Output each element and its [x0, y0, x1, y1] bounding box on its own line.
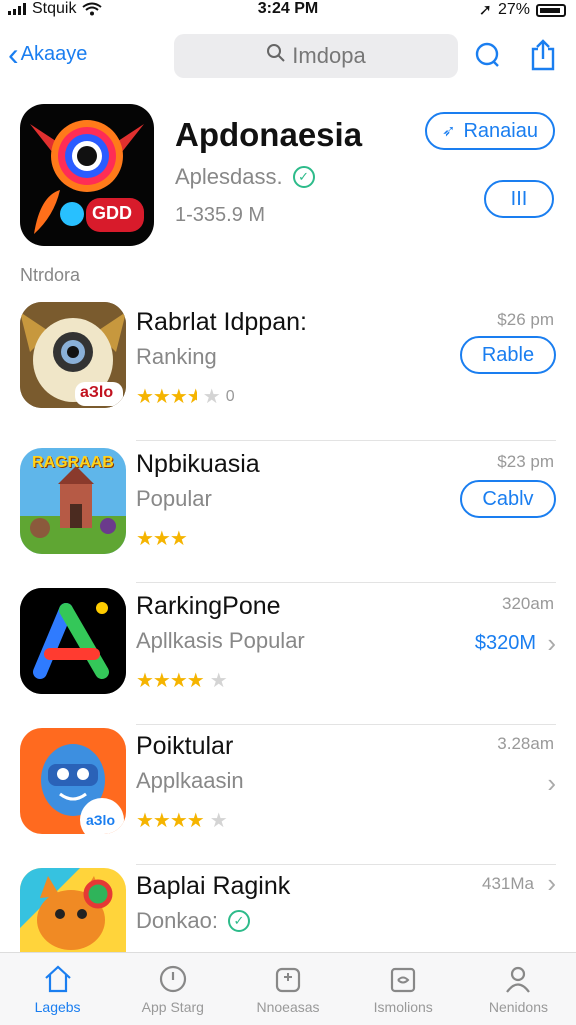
tab-today[interactable]: Lagebs [0, 953, 115, 1025]
featured-app-icon: GDD [20, 104, 154, 246]
app-title: Poiktular [136, 732, 234, 760]
featured-subtitle-row: Aplesdass. ✓ [175, 164, 315, 190]
app-subtitle-row: Donkao: ✓ [136, 908, 250, 934]
app-meta: 320am [502, 594, 554, 613]
tab-bar: Lagebs App Starg Nnoeasas Ismolions Neni… [0, 952, 576, 1025]
rating-count: 0 [225, 387, 235, 405]
chevron-right-icon[interactable]: › [547, 868, 556, 899]
featured-secondary-button[interactable]: III [484, 180, 554, 218]
chevron-left-icon: ‹ [8, 36, 19, 72]
apps-icon [391, 967, 416, 993]
tab-apps[interactable]: Ismolions [346, 953, 461, 1025]
app-meta: 431Ma [482, 874, 534, 893]
tab-games[interactable]: Nnoeasas [230, 953, 345, 1025]
app-title: Npbikuasia [136, 450, 260, 478]
tab-label: Nenidons [488, 999, 548, 1015]
send-icon: ➶ [442, 123, 456, 140]
section-label: Ntrdora [20, 265, 81, 285]
app-subtitle: Donkao: [136, 908, 218, 933]
divider [136, 440, 556, 441]
get-button-label: Cablv [482, 487, 534, 510]
featured-app[interactable]: GDD Apdonaesia Aplesdass. ✓ 1-335.9 M ➶ … [20, 104, 560, 254]
featured-icon-badge: GDD [92, 203, 132, 223]
app-subtitle: Popular [136, 486, 212, 511]
star-rating: ★★★★ ★ 0 [136, 386, 235, 408]
featured-secondary-label: III [510, 187, 528, 210]
app-meta: $26 pm [497, 310, 554, 329]
chat-icon[interactable] [472, 38, 502, 72]
castle-game-app-icon: RAGRAAB [20, 448, 126, 554]
cartoon-hero-app-icon: aЗlo [20, 728, 126, 834]
featured-primary-button[interactable]: ➶ Ranaiau [425, 112, 555, 150]
chevron-right-icon[interactable]: › [547, 628, 556, 659]
battery-percent: 27% [497, 1, 530, 18]
search-placeholder: Imdopa [292, 43, 366, 68]
share-icon[interactable] [528, 38, 558, 72]
get-button[interactable]: Rable [460, 336, 556, 374]
app-subtitle: Apllkasis Popular [136, 628, 305, 653]
star-rating: ★★★★ ★ [136, 810, 228, 832]
back-button[interactable]: ‹ Akaaye [8, 38, 87, 70]
app-title: Baplai Ragink [136, 872, 291, 900]
gamepad-icon [275, 967, 301, 993]
star-rating: ★★★ [136, 528, 188, 550]
featured-title: Apdonaesia [175, 116, 363, 153]
clock-icon [159, 965, 186, 993]
verified-icon: ✓ [227, 910, 250, 932]
app-subtitle: Applkaasin [136, 768, 244, 793]
battery-icon [536, 3, 566, 17]
list-item[interactable]: aЗlo Rabrlat Idppan: Ranking ★★★★ ★ 0 $26 … [20, 300, 556, 441]
tab-profile[interactable]: Nenidons [461, 953, 576, 1025]
navigation-bar: ‹ Akaaye Imdopa [0, 30, 576, 86]
tab-app-store[interactable]: App Starg [115, 953, 230, 1025]
list-item[interactable]: aЗlo Poiktular Applkaasin ★★★★ ★ 3.28am › [20, 724, 556, 865]
chevron-right-icon[interactable]: › [547, 768, 556, 799]
status-bar: Stquik 3:24 PM ➚ 27% [0, 0, 576, 22]
app-subtitle: Ranking [136, 344, 217, 369]
letter-a-app-icon [20, 588, 126, 694]
list-item[interactable]: RarkingPone Apllkasis Popular ★★★★ ★ 320a… [20, 584, 556, 725]
verified-icon: ✓ [292, 166, 315, 188]
app-price: $320M [474, 632, 536, 654]
app-meta: 3.28am [497, 734, 554, 753]
tab-label: Nnoeasas [256, 999, 320, 1015]
app-icon-badge: aЗlo [86, 812, 115, 828]
featured-primary-label: Ranaiau [463, 119, 538, 142]
star-rating: ★★★★ ★ [136, 670, 228, 692]
tab-label: Lagebs [34, 999, 81, 1015]
app-title: RarkingPone [136, 592, 281, 620]
app-meta: $23 pm [497, 452, 554, 471]
app-icon-badge: aЗlo [80, 384, 114, 401]
get-button[interactable]: Cablv [460, 480, 556, 518]
app-title: Rabrlat Idppan: [136, 308, 307, 336]
owl-robot-app-icon: aЗlo [20, 302, 126, 408]
search-field[interactable]: Imdopa [174, 34, 458, 78]
tab-label: App Starg [141, 999, 204, 1015]
divider [136, 582, 556, 583]
home-icon [44, 965, 71, 993]
featured-size: 1-335.9 M [175, 204, 266, 226]
search-icon [266, 43, 286, 69]
person-icon [506, 966, 531, 993]
back-label: Akaaye [20, 42, 88, 65]
get-button-label: Rable [481, 343, 535, 366]
featured-subtitle: Aplesdass. [175, 164, 283, 189]
tab-label: Ismolions [373, 999, 433, 1015]
cartoon-cat-app-icon [20, 868, 126, 954]
app-icon-banner: RAGRAAB [32, 454, 114, 471]
list-item[interactable]: RAGRAAB Npbikuasia Popular ★★★ $23 pm Ca… [20, 442, 556, 583]
location-icon: ➚ [478, 2, 492, 19]
